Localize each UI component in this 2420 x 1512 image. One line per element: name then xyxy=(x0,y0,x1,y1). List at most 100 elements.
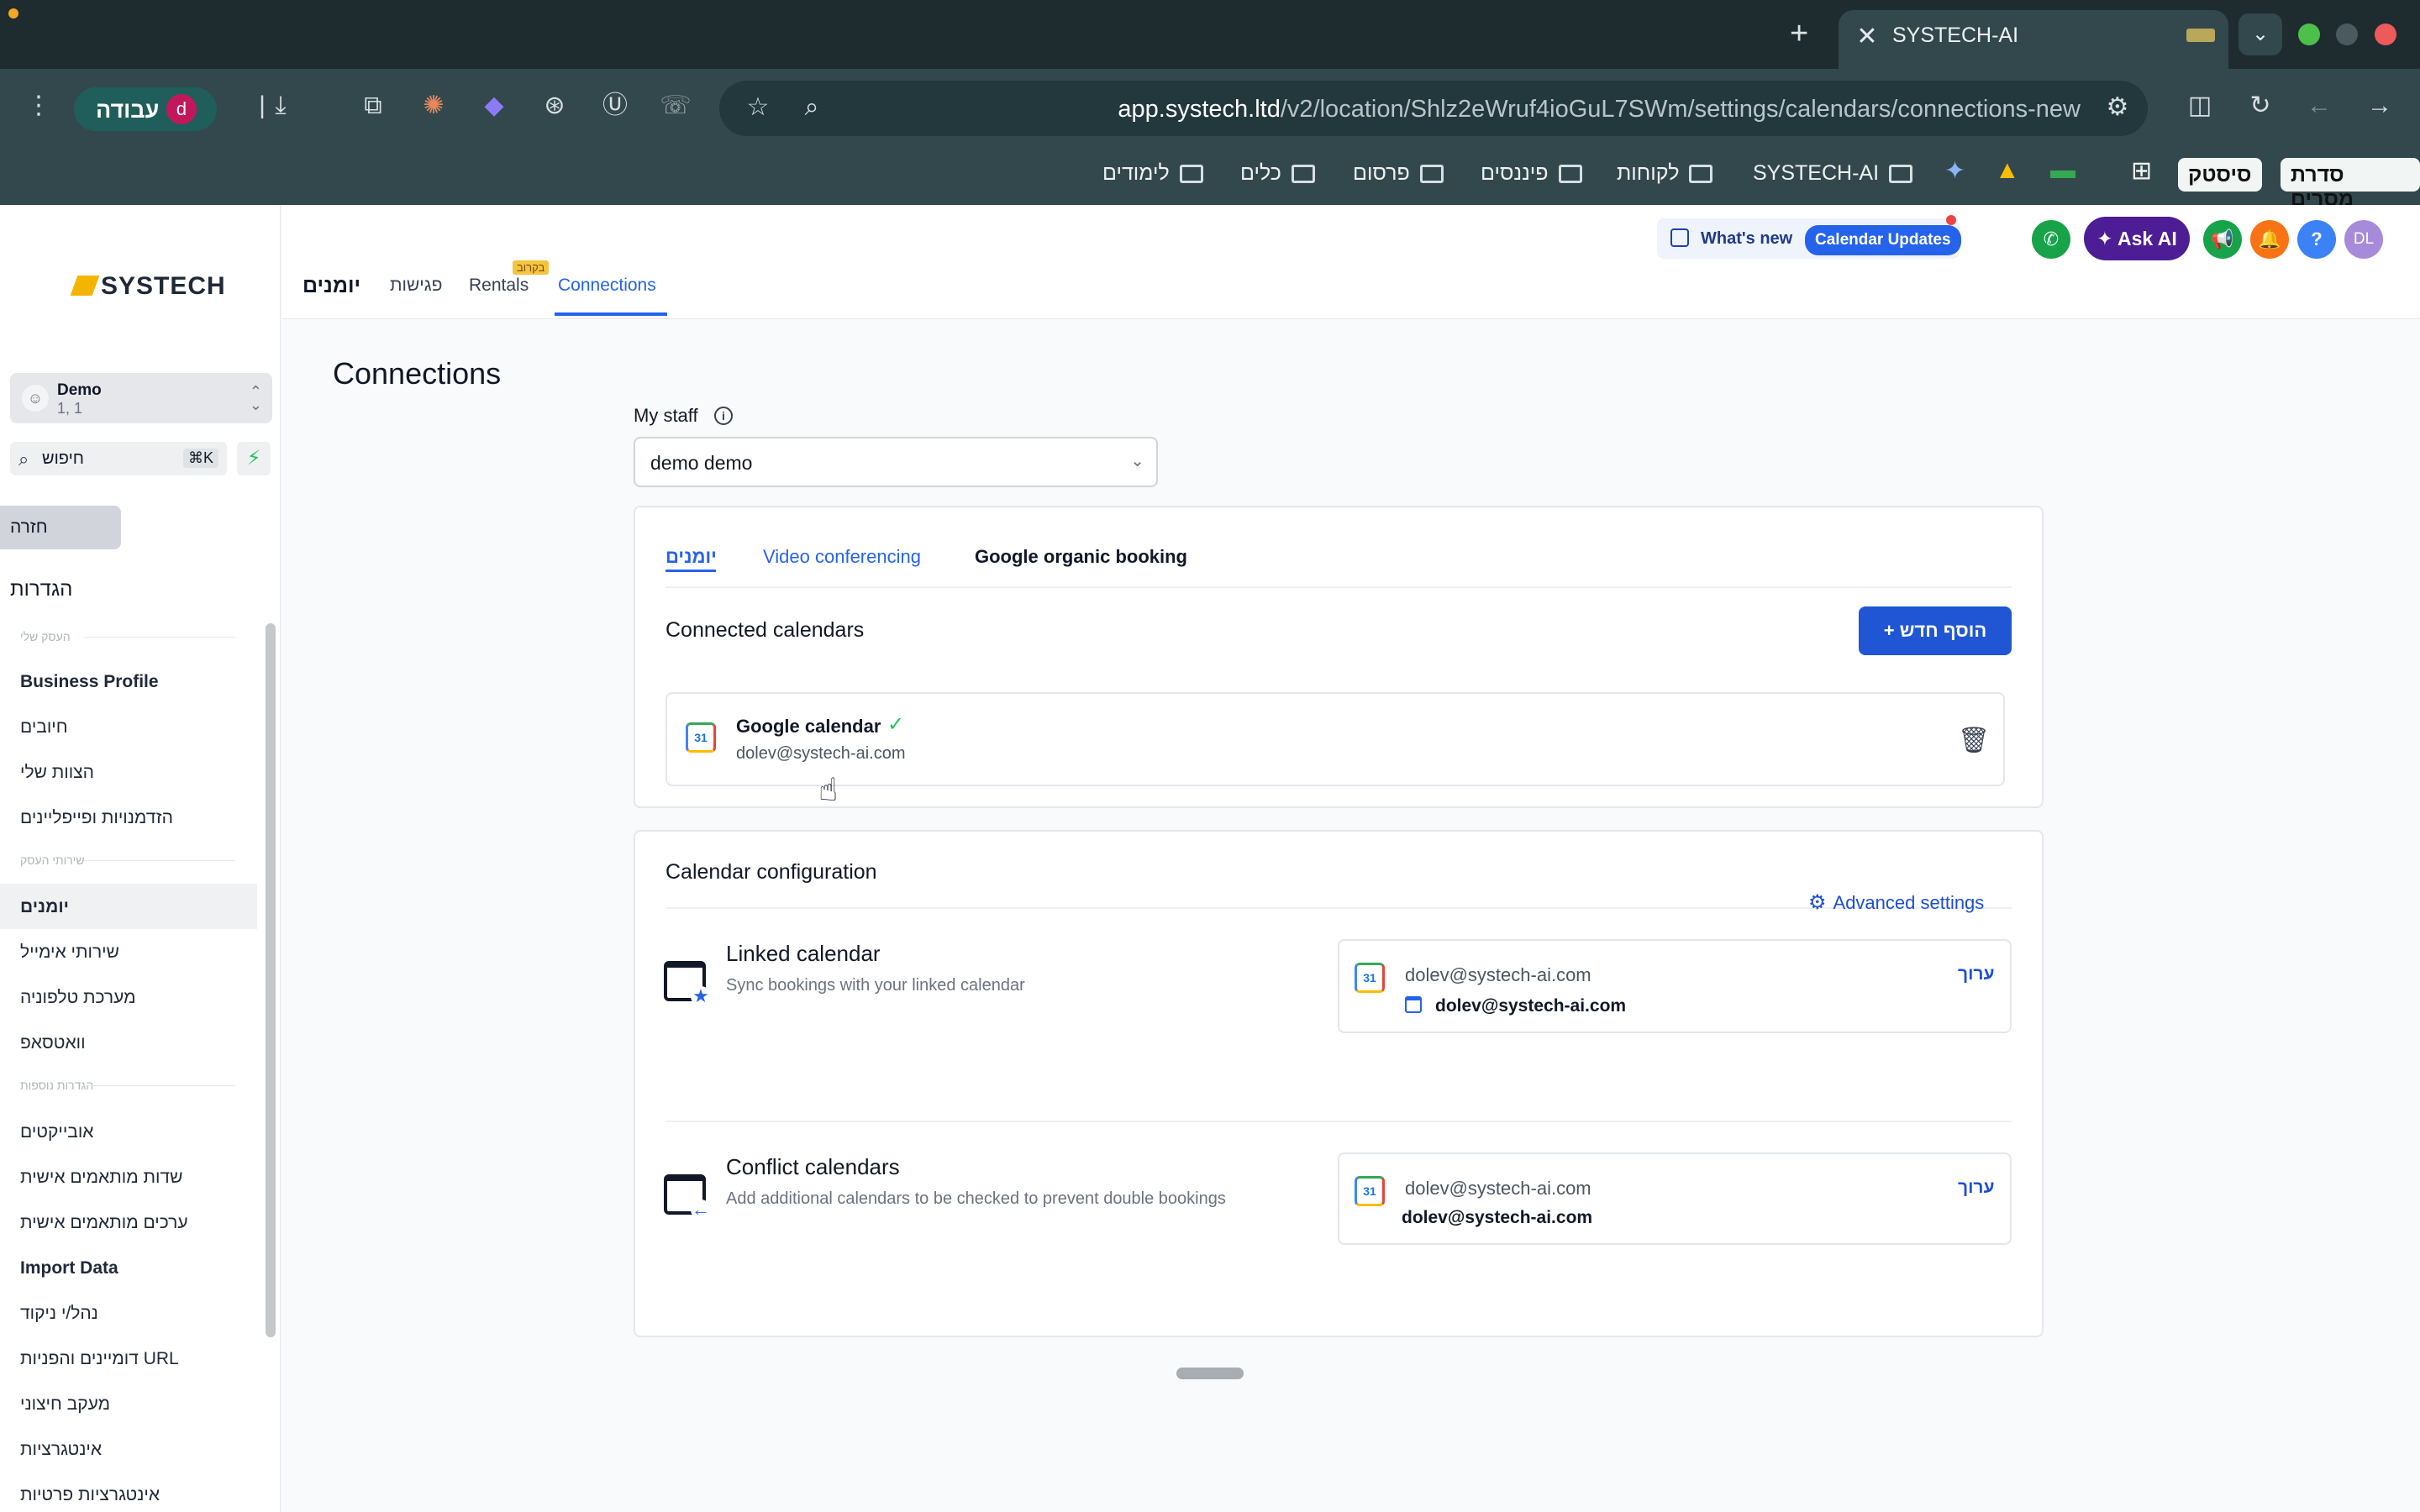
address-bar[interactable]: ☆ ⌕ app.systech.ltd/v2/location/Shlz2eWr… xyxy=(719,81,2148,136)
conflict-edit-link[interactable]: ערוך xyxy=(1958,1178,1995,1198)
bookmark-folder-5[interactable]: לקוחות xyxy=(1617,161,1713,186)
staff-select[interactable]: demo demo ⌄ xyxy=(634,437,1158,487)
window-minimize-button[interactable] xyxy=(2336,24,2358,45)
bookmark-star-icon[interactable]: ☆ xyxy=(739,89,776,126)
tab-list-chevron-icon[interactable]: ⌄ xyxy=(2238,13,2282,55)
browser-tabbar: + ✕ SYSTECH-AI ⌄ xyxy=(0,0,2420,69)
add-new-button[interactable]: + הוסף חדש xyxy=(1859,606,2012,655)
bookmark-folder-3[interactable]: פרסום xyxy=(1353,161,1444,186)
back-arrow-icon[interactable]: ← xyxy=(2301,87,2338,124)
bookmark-folder-6[interactable]: SYSTECH-AI xyxy=(1753,161,1913,186)
chevron-down-icon: ⌄ xyxy=(1130,452,1144,470)
tab-meetings[interactable]: פגישות xyxy=(390,276,442,296)
extension-phone-icon[interactable]: ☏ xyxy=(657,87,694,124)
sidebar-search[interactable]: ⌕ חיפוש ⌘K xyxy=(10,442,227,475)
sidebar-item-private-integrations[interactable]: אינטגרציות פרטיות xyxy=(0,1472,257,1505)
extensions-puzzle-icon[interactable]: ⧉ xyxy=(355,87,392,124)
page-scroll-handle[interactable] xyxy=(1176,1368,1244,1379)
ask-ai-button[interactable]: ✦ Ask AI xyxy=(2084,217,2190,260)
download-icon[interactable]: ⤓ xyxy=(262,87,299,124)
trash-icon[interactable]: 🗑 xyxy=(1958,726,1990,755)
sidebar-item-custom-values[interactable]: ערכים מותאמים אישית xyxy=(0,1200,257,1245)
sidebar-item-business-profile[interactable]: Business Profile xyxy=(0,659,257,704)
updown-chevron-icon: ⌃ ⌄ xyxy=(249,383,262,413)
google-drive-icon[interactable]: ▲ xyxy=(1995,156,2020,185)
url-text: app.systech.ltd/v2/location/Shlz2eWruf4i… xyxy=(1118,96,2081,123)
sidebar-item-custom-fields[interactable]: שדות מותאמים אישית xyxy=(0,1154,257,1200)
sidebar-item-phone[interactable]: מערכת טלפוניה xyxy=(0,974,257,1020)
bell-icon[interactable]: 🔔 xyxy=(2250,220,2289,259)
sidebar-item-team[interactable]: הצוות שלי xyxy=(0,749,257,795)
apps-grid-icon[interactable]: ⊞ xyxy=(2131,156,2152,186)
bookmark-folder-1[interactable]: לימודים xyxy=(1102,161,1203,186)
tab-rentals[interactable]: Rentals xyxy=(469,276,529,296)
google-sheets-icon[interactable]: ▬ xyxy=(2050,156,2075,185)
location-switcher[interactable]: ☺ Demo 1, 1 ⌃ ⌄ xyxy=(10,373,272,423)
extension-check-icon[interactable]: ⊛ xyxy=(536,87,573,124)
gear-icon: ⚙ xyxy=(1808,891,1827,914)
sidebar-item-objects[interactable]: אובייקטים xyxy=(0,1109,257,1154)
calendar-configuration-title: Calendar configuration xyxy=(666,860,877,884)
megaphone-icon[interactable]: 📢 xyxy=(2203,220,2242,259)
sidebar-scrollbar[interactable] xyxy=(266,623,276,1337)
reload-icon[interactable]: ↻ xyxy=(2242,87,2279,124)
new-tab-button[interactable]: + xyxy=(1790,17,1808,50)
sidebar-item-calendars[interactable]: יומנים xyxy=(0,884,257,929)
connected-calendars-title: Connected calendars xyxy=(666,618,865,642)
tabs-divider xyxy=(666,586,2012,588)
bookmark-folder-2[interactable]: כלים xyxy=(1240,161,1315,186)
sidebar-item-import-data[interactable]: Import Data xyxy=(0,1245,257,1290)
sidebar-item-email[interactable]: שירותי אימייל xyxy=(0,929,257,974)
sidebar-item-whatsapp[interactable]: וואטסאפ xyxy=(0,1020,257,1065)
linked-calendar-desc: Sync bookings with your linked calendar xyxy=(726,976,1025,995)
status-dot-icon xyxy=(8,8,18,18)
bookmark-systech[interactable]: סיסטק xyxy=(2178,158,2262,192)
site-settings-icon[interactable]: ⚙ xyxy=(2099,89,2136,126)
bookmarks-bar: לימודים כלים פרסום פיננסים לקוחות SYSTEC… xyxy=(0,146,2420,211)
sidebar-item-integrations[interactable]: אינטגרציות xyxy=(0,1426,257,1472)
sidebar-item-external-tracking[interactable]: מעקב חיצוני xyxy=(0,1381,257,1426)
window-close-button[interactable] xyxy=(2375,24,2396,45)
google-calendar-email: dolev@systech-ai.com xyxy=(736,744,906,763)
staff-label: My staff xyxy=(634,405,698,426)
linked-edit-link[interactable]: ערוך xyxy=(1958,964,1995,984)
whats-new-banner[interactable]: What's new Calendar Updates xyxy=(1657,218,1961,259)
profile-button[interactable]: עבודה d xyxy=(74,87,217,131)
phone-icon[interactable]: ✆ xyxy=(2032,220,2070,259)
sidebar-item-domains[interactable]: דומיינים והפניות URL xyxy=(0,1336,257,1381)
extension-u-icon[interactable]: Ⓤ xyxy=(597,87,634,124)
avatar[interactable]: DL xyxy=(2344,220,2383,259)
split-view-icon[interactable]: ◫ xyxy=(2181,87,2218,124)
advanced-settings-link[interactable]: ⚙ Advanced settings xyxy=(1808,890,1984,915)
linked-calendar-account-box xyxy=(1338,939,2012,1033)
calendar-updates-pill[interactable]: Calendar Updates xyxy=(1805,225,1961,255)
bookmark-folder-4[interactable]: פיננסים xyxy=(1481,161,1582,186)
zoom-search-icon[interactable]: ⌕ xyxy=(793,89,830,126)
whats-new-label: What's new xyxy=(1701,229,1793,248)
sidebar-item-pipelines[interactable]: הזדמנויות ופייפליינים xyxy=(0,795,257,840)
conflict-calendar-icon: ← xyxy=(664,1174,711,1220)
browser-menu-icon[interactable]: ⋮ xyxy=(20,87,57,124)
window-maximize-button[interactable] xyxy=(2298,24,2320,45)
location-name: Demo xyxy=(57,381,102,399)
location-sub: 1, 1 xyxy=(57,400,83,417)
bookmark-message-series[interactable]: סדרת מסרים xyxy=(2281,158,2420,211)
sidebar-item-billing[interactable]: חיובים xyxy=(0,704,257,749)
tab-calendars[interactable]: יומנים xyxy=(666,546,717,568)
quick-action-bolt-icon[interactable]: ⚡ xyxy=(237,442,271,475)
browser-toolbar: ⋮ עבודה d | ⤓ ⧉ ✺ ◆ ⊛ Ⓤ ☏ ☆ ⌕ app.systec… xyxy=(0,69,2420,146)
sidebar-item-scoring[interactable]: נהל/י ניקוד xyxy=(0,1290,257,1336)
extension-claude-icon[interactable]: ✺ xyxy=(415,87,452,124)
back-button[interactable]: חזרה xyxy=(0,506,121,549)
forward-arrow-icon[interactable]: → xyxy=(2361,87,2398,124)
help-icon[interactable]: ? xyxy=(2297,220,2336,259)
info-icon[interactable]: i xyxy=(714,407,733,425)
gemini-icon[interactable]: ✦ xyxy=(1944,156,1965,186)
header-title[interactable]: יומנים xyxy=(302,274,360,298)
extension-drop-icon[interactable]: ◆ xyxy=(476,87,513,124)
conflict-calendars-desc: Add additional calendars to be checked t… xyxy=(726,1189,1226,1208)
tab-connections[interactable]: Connections xyxy=(558,276,656,296)
tab-google-organic-booking[interactable]: Google organic booking xyxy=(975,546,1187,568)
tab-close-icon[interactable]: ✕ xyxy=(1854,22,1881,51)
tab-video-conferencing[interactable]: Video conferencing xyxy=(763,546,921,568)
